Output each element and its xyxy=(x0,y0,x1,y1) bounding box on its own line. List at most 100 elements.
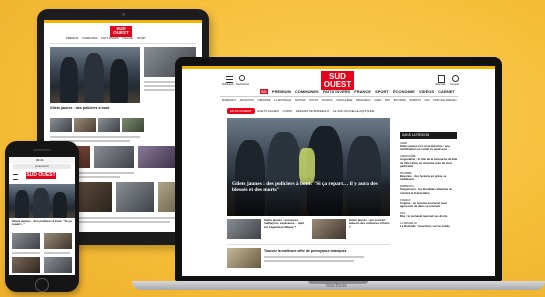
region-item[interactable]: ANGOULÊME Angoulême : le rôle de la cart… xyxy=(400,155,460,168)
live-tag[interactable]: GILETS JAUNES xyxy=(257,109,279,113)
city-link[interactable]: SAINTES xyxy=(295,99,306,102)
tablet-divider xyxy=(50,43,196,44)
tablet-nav-item[interactable]: PREMIUM xyxy=(66,37,78,40)
nav-premium[interactable]: PREMIUM xyxy=(272,89,291,94)
sub-story-1[interactable]: Gilets jaunes : annonces, malfaçons, esp… xyxy=(264,218,308,229)
laptop-brand-label: MacBook xyxy=(326,283,347,289)
tablet-logo[interactable]: SUD OUEST xyxy=(110,26,132,37)
live-tag[interactable]: LE SAP NOUVELLE-AQUITAINE xyxy=(333,109,374,113)
account-label: Compte xyxy=(450,83,460,86)
tablet-thumb[interactable] xyxy=(116,182,154,212)
live-tag[interactable]: DÉRIVES DE BORDEAUX xyxy=(296,109,329,113)
region-text[interactable]: Angoulême : le rôle de la cartouche de E… xyxy=(400,158,460,168)
live-button[interactable]: EN CE MOMENT xyxy=(227,108,255,114)
nav-faits-divers[interactable]: FAITS DIVERS xyxy=(323,89,350,94)
tablet-thumb[interactable] xyxy=(74,118,96,132)
sub-story-2[interactable]: Gilets jaunes : qui sont les auteurs des… xyxy=(349,218,391,229)
premium-badge: SO xyxy=(260,89,268,94)
nav-economie[interactable]: ÉCONOMIE xyxy=(393,89,415,94)
subscriber-icon[interactable] xyxy=(438,75,445,83)
story-thumb[interactable] xyxy=(227,219,261,239)
live-tags: GILETS JAUNES COPPA DÉRIVES DE BORDEAUX … xyxy=(257,109,377,113)
city-link[interactable]: ANGOULÊME xyxy=(336,99,352,102)
region-text[interactable]: Bayonne : des lycéens en grève se mobili… xyxy=(400,174,460,181)
subscriber-label: Abonnés xyxy=(435,83,446,86)
phone-thumb[interactable] xyxy=(44,257,72,273)
phone-menu-icon[interactable] xyxy=(13,174,18,180)
laptop-headline[interactable]: Gilets jaunes : des policiers à bout. "S… xyxy=(232,181,382,194)
phone-screen: 09:41 sudouest.fr SUD OUEST Gilets jaune… xyxy=(9,157,75,275)
phone-thumb[interactable] xyxy=(44,233,72,249)
tablet-nav-item[interactable]: FAITS DIVERS xyxy=(101,37,119,40)
city-link[interactable]: PÉRIGUEUX xyxy=(356,99,371,102)
story-thumb[interactable] xyxy=(227,248,261,268)
phone-time: 09:41 xyxy=(36,158,44,162)
phone-url-bar[interactable]: sudouest.fr xyxy=(13,164,71,169)
tablet-thumb[interactable] xyxy=(138,146,178,168)
tablet-nav-item[interactable]: SPORT xyxy=(137,37,146,40)
region-item[interactable]: LA ROCHELLE La Rochelle : bouchons sur l… xyxy=(400,222,460,228)
tablet-thumb[interactable] xyxy=(122,118,144,132)
city-link[interactable]: MONT-DE-MARSAN xyxy=(433,99,456,102)
bottom-story[interactable]: Trouvez la meilleure offre de prévoyance… xyxy=(264,249,374,253)
region-text[interactable]: La Rochelle : bouchons sur la rocade xyxy=(400,225,460,228)
city-link[interactable]: BIARRITZ xyxy=(409,99,420,102)
text-line xyxy=(12,252,40,254)
divider xyxy=(227,244,390,245)
nav-communes[interactable]: COMMUNES xyxy=(295,89,319,94)
city-link[interactable]: AGEN xyxy=(374,99,381,102)
menu-icon[interactable] xyxy=(226,76,233,83)
city-link[interactable]: PAU xyxy=(385,99,390,102)
region-item[interactable]: AGEN Gilets jaunes en Lot-et-Garonne : u… xyxy=(400,142,460,151)
region-text[interactable]: Dax : le carnaval reprend ses droits xyxy=(400,215,460,218)
nav-carnet[interactable]: CARNET xyxy=(438,89,455,94)
tablet-nav-item[interactable]: FRANCE xyxy=(122,37,133,40)
story-thumb[interactable] xyxy=(312,219,346,239)
search-icon[interactable] xyxy=(239,75,245,81)
city-link[interactable]: ARCACHON xyxy=(240,99,254,102)
nav-divider xyxy=(220,96,458,97)
tablet-thumb[interactable] xyxy=(50,118,72,132)
region-item[interactable]: BORDEAUX Suspension : les Bordelais atte… xyxy=(400,185,460,194)
phone-home-button[interactable] xyxy=(35,278,49,292)
text-line xyxy=(44,252,70,254)
tablet-hero-figure xyxy=(110,59,128,103)
region-header: DANS LA RÉGION xyxy=(400,132,457,139)
city-link[interactable]: BAYONNE xyxy=(394,99,406,102)
city-link[interactable]: LIBOURNE xyxy=(258,99,271,102)
phone-thumb[interactable] xyxy=(12,233,40,249)
region-item[interactable]: BAYONNE Bayonne : des lycéens en grève s… xyxy=(400,172,460,181)
tablet-hero-photo[interactable] xyxy=(50,47,140,103)
region-text[interactable]: Gilets jaunes en Lot-et-Garonne : une mo… xyxy=(400,144,460,151)
laptop-hero-photo[interactable]: Gilets jaunes : des policiers à bout. "S… xyxy=(227,118,390,216)
nav-france[interactable]: FRANCE xyxy=(354,89,371,94)
city-link[interactable]: LA ROCHELLE xyxy=(274,99,291,102)
tablet-nav-item[interactable]: COMMUNES xyxy=(82,37,97,40)
region-item[interactable]: COGNAC Cognac : un homme poursuivi pour … xyxy=(400,199,460,208)
city-link[interactable]: COGNAC xyxy=(322,99,333,102)
phone-device: 09:41 sudouest.fr SUD OUEST Gilets jaune… xyxy=(5,141,79,292)
tablet-hero-figure xyxy=(84,53,104,103)
region-text[interactable]: Suspension : les Bordelais attendus en n… xyxy=(400,188,460,195)
phone-thumb[interactable] xyxy=(12,257,40,273)
phone-logo[interactable]: SUD OUEST xyxy=(26,172,56,179)
laptop-logo[interactable]: SUD OUEST xyxy=(321,71,354,91)
region-item[interactable]: DAX Dax : le carnaval reprend ses droits xyxy=(400,212,460,218)
phone-headline[interactable]: Gilets jaunes : des policiers à bout. "S… xyxy=(12,219,72,227)
tablet-thumb[interactable] xyxy=(98,118,120,132)
region-text[interactable]: Cognac : un homme poursuivi pour agressi… xyxy=(400,201,460,208)
nav-sport[interactable]: SPORT xyxy=(375,89,389,94)
tablet-headline[interactable]: Gilets jaunes : des policiers à bout xyxy=(50,106,140,110)
laptop-device: Rubriques Rechercher SUD OUEST Abonnés C… xyxy=(175,57,502,281)
live-tag[interactable]: COPPA xyxy=(283,109,293,113)
account-icon[interactable] xyxy=(452,75,459,82)
city-link[interactable]: DAX xyxy=(425,99,430,102)
nav-videos[interactable]: VIDÉOS xyxy=(419,89,434,94)
text-line xyxy=(264,256,364,258)
city-link[interactable]: ROYAN xyxy=(309,99,318,102)
phone-hero-photo[interactable] xyxy=(9,184,75,218)
search-label: Rechercher xyxy=(236,83,250,86)
city-link[interactable]: BORDEAUX xyxy=(222,99,236,102)
phone-hero-figure xyxy=(53,192,67,218)
tablet-thumb[interactable] xyxy=(94,146,134,168)
